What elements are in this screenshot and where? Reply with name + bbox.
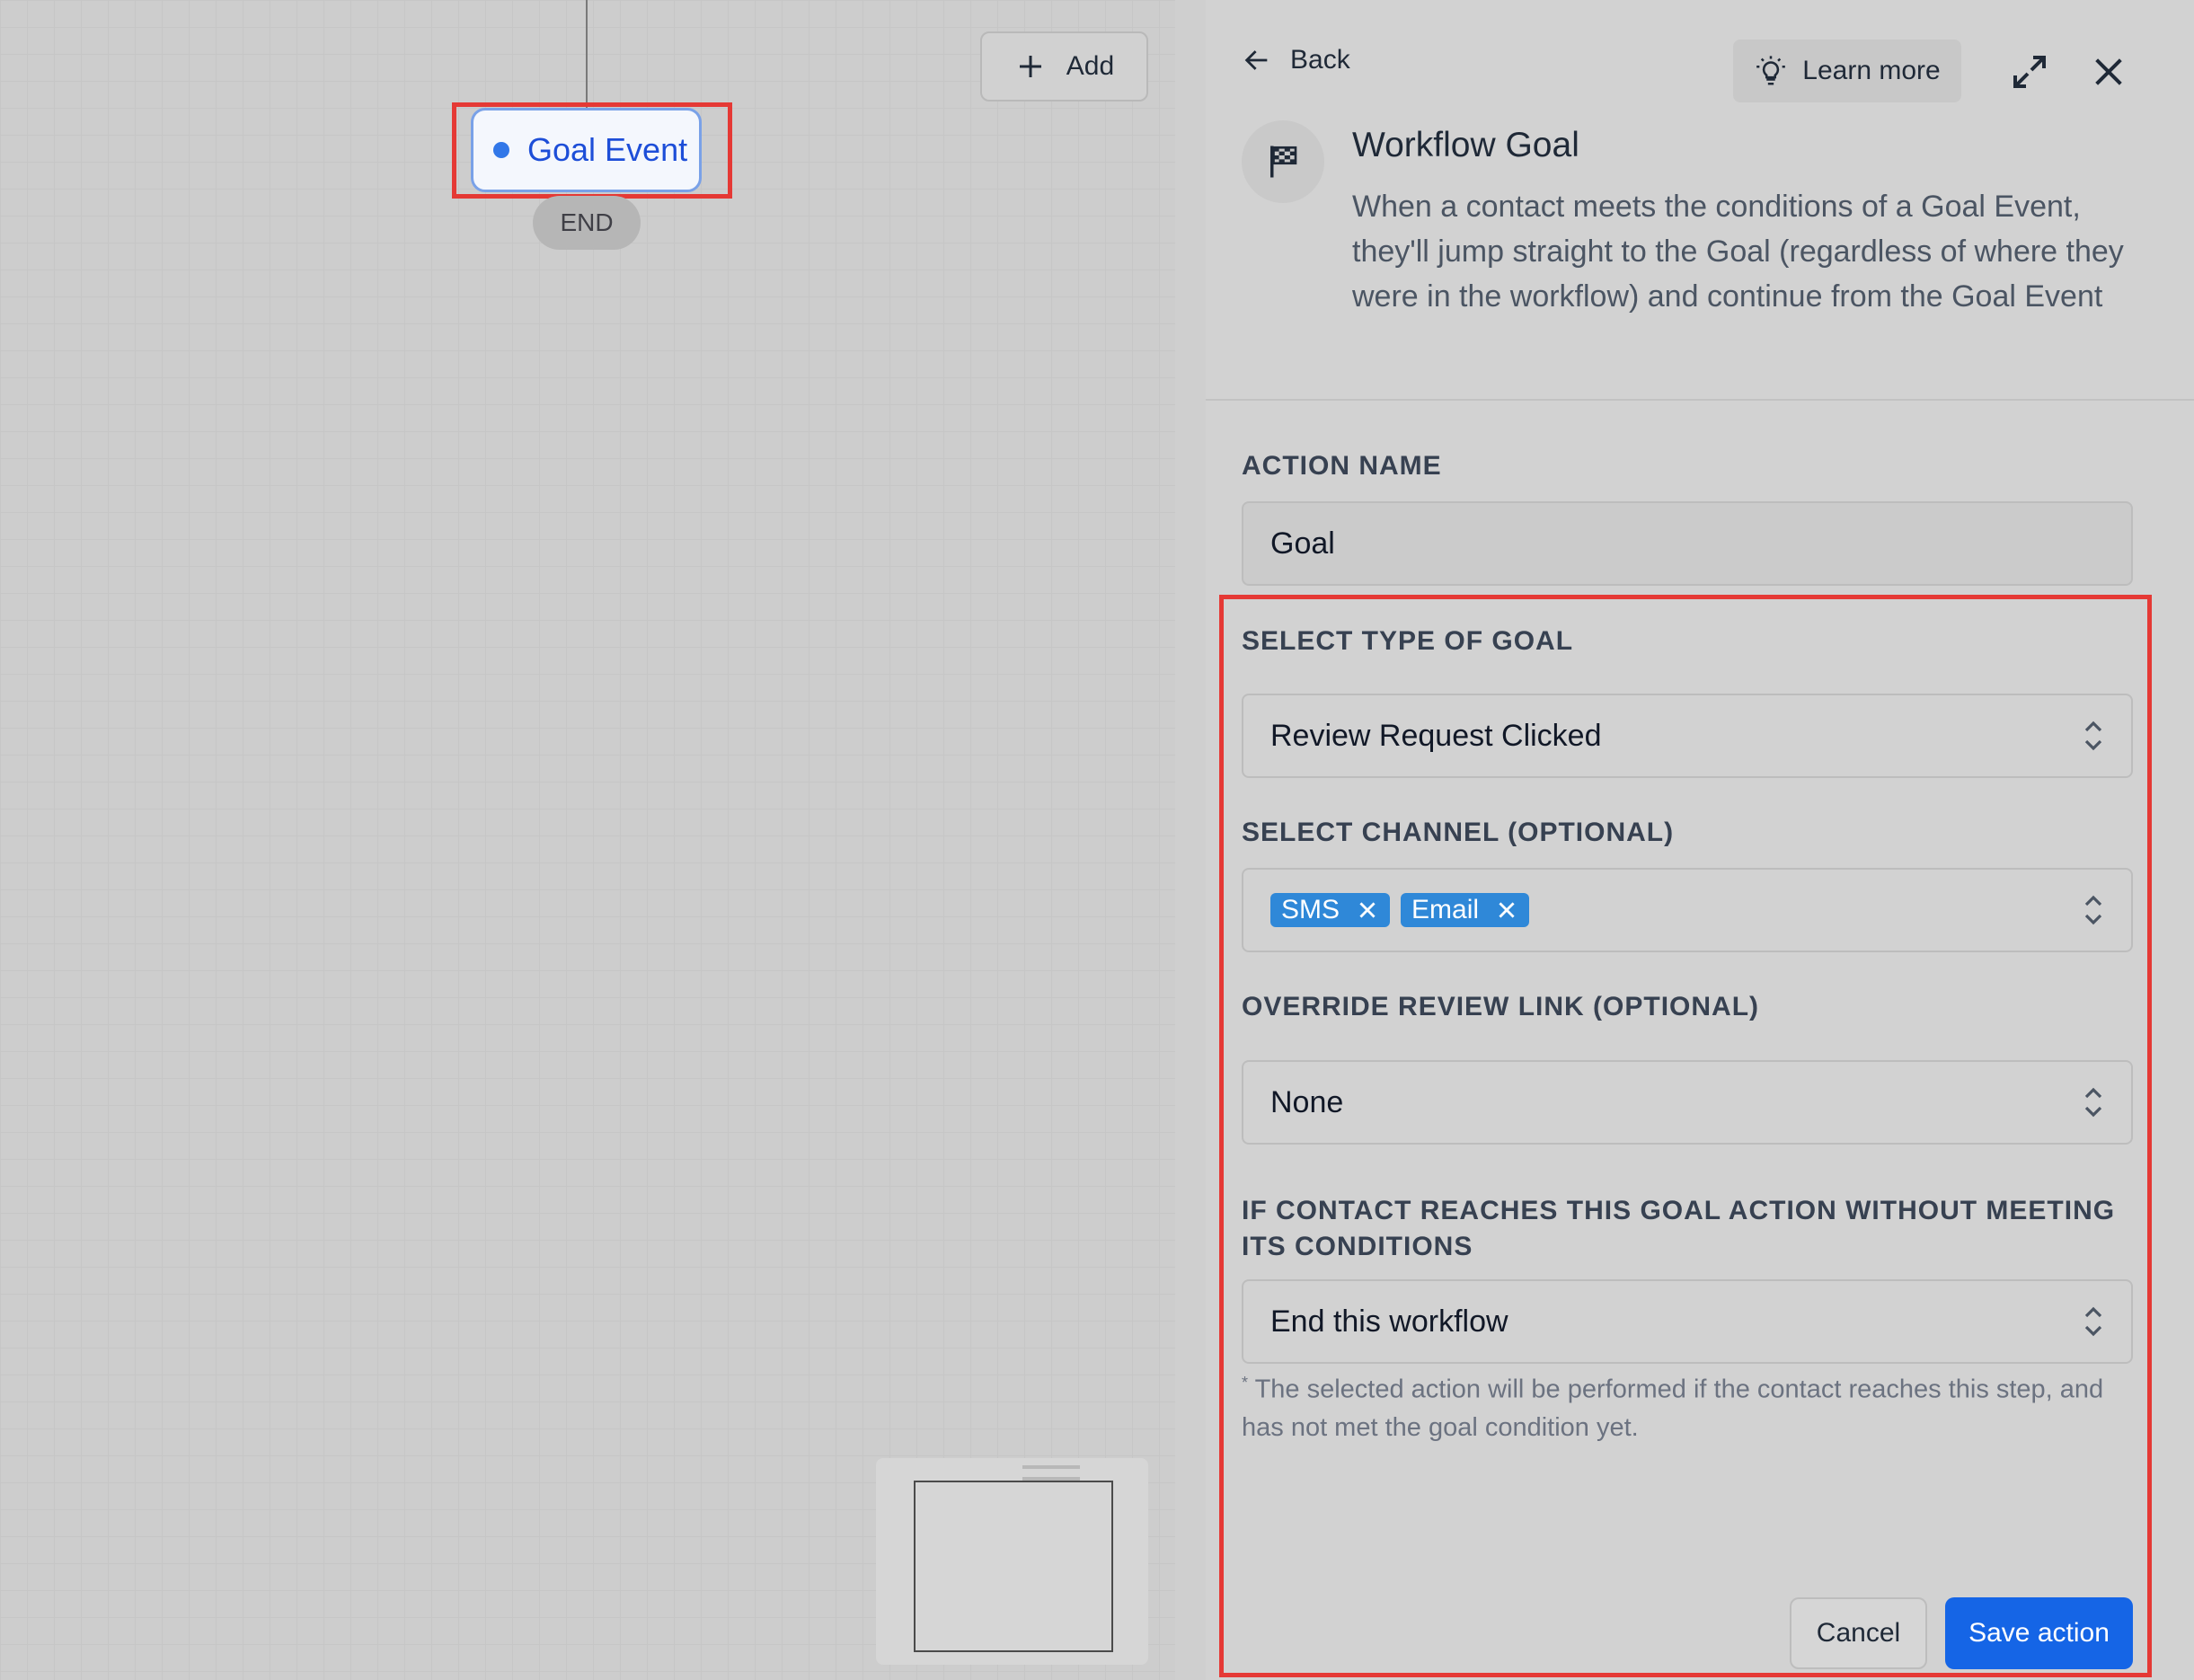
workflow-canvas[interactable]: Goal Event END Add — [0, 0, 1175, 1680]
expand-icon[interactable] — [2008, 50, 2051, 93]
add-button-label: Add — [1066, 51, 1115, 81]
flag-icon — [1270, 146, 1297, 178]
action-name-input[interactable]: Goal — [1242, 501, 2133, 586]
panel-description: When a contact meets the conditions of a… — [1352, 190, 2124, 314]
end-marker: END — [533, 196, 641, 250]
action-name-value: Goal — [1270, 526, 1335, 561]
back-label: Back — [1290, 45, 1350, 75]
panel-title: Workflow Goal — [1352, 126, 1579, 164]
lightbulb-icon — [1756, 56, 1786, 85]
goal-icon-badge — [1242, 120, 1324, 203]
panel-header: Back Learn more Workflow Goal When a con… — [1206, 0, 2194, 401]
action-name-label: ACTION NAME — [1242, 451, 1442, 481]
arrow-left-icon — [1244, 50, 1268, 70]
learn-more-label: Learn more — [1802, 56, 1941, 85]
minimap-viewport[interactable] — [914, 1481, 1113, 1652]
close-icon[interactable] — [2091, 54, 2127, 90]
highlight-box-panel — [1219, 595, 2152, 1677]
add-button[interactable]: Add — [980, 31, 1148, 102]
back-button[interactable]: Back — [1242, 45, 1350, 75]
plus-icon — [1019, 56, 1041, 77]
learn-more-button[interactable]: Learn more — [1733, 40, 1961, 102]
minimap[interactable] — [876, 1458, 1148, 1665]
highlight-box-node — [452, 102, 732, 199]
